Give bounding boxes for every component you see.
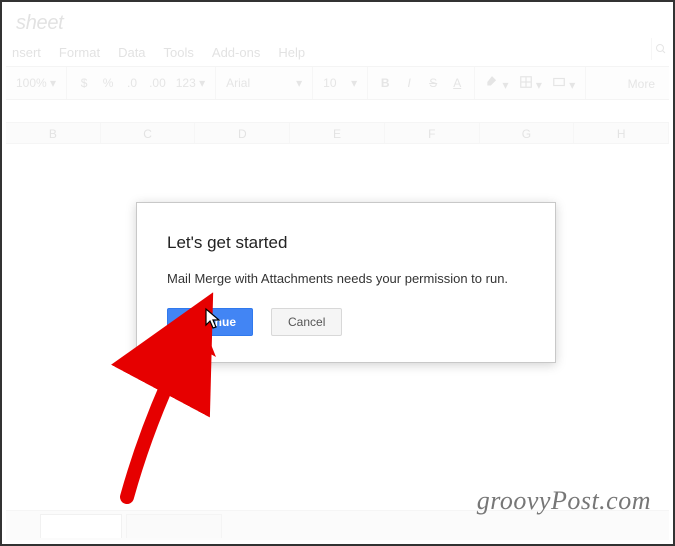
watermark: groovyPost.com	[477, 486, 651, 516]
cancel-button[interactable]: Cancel	[271, 308, 342, 336]
continue-button[interactable]: Continue	[167, 308, 253, 336]
dialog-message: Mail Merge with Attachments needs your p…	[167, 271, 525, 286]
permission-dialog: Let's get started Mail Merge with Attach…	[136, 202, 556, 363]
dialog-title: Let's get started	[167, 233, 525, 253]
